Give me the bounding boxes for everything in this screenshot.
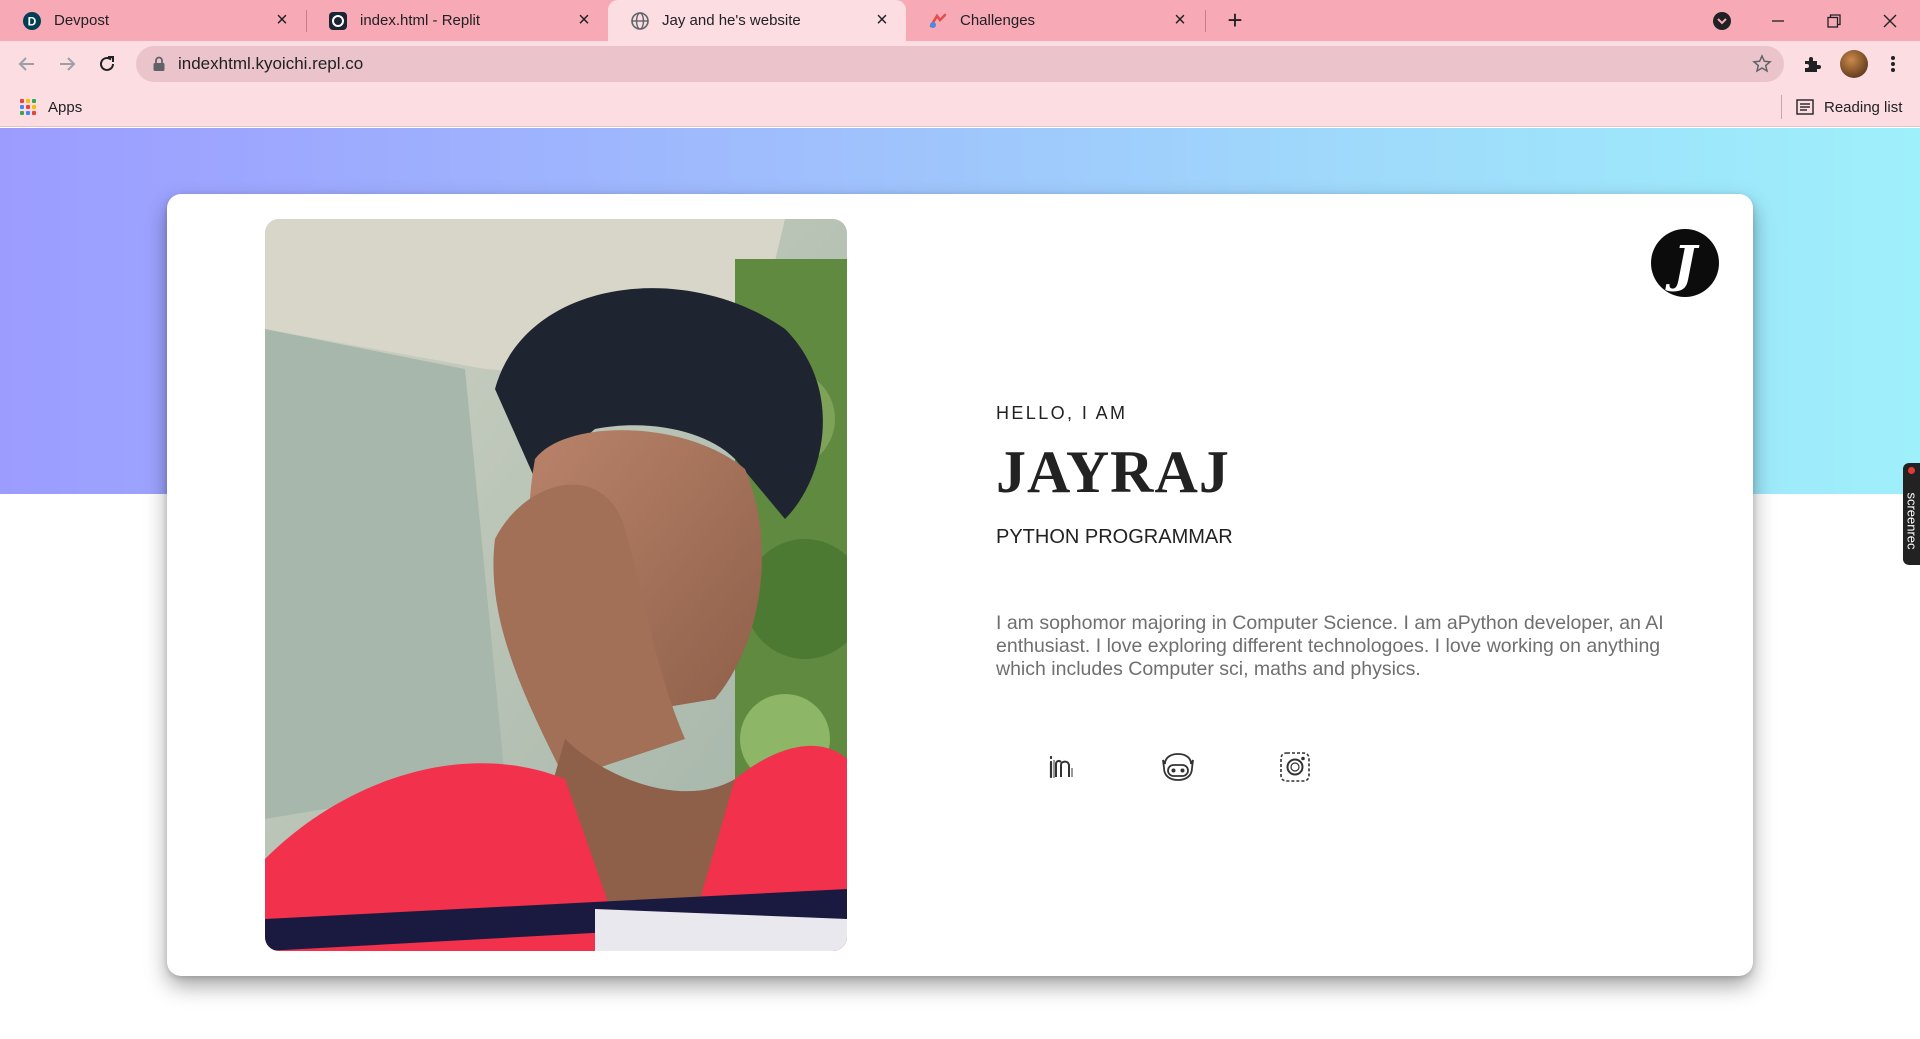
tab-devpost[interactable]: D Devpost × bbox=[0, 0, 306, 41]
greeting-text: HELLO, I AM bbox=[996, 403, 1128, 423]
arrow-left-icon bbox=[18, 57, 34, 71]
close-icon[interactable]: × bbox=[872, 9, 892, 31]
globe-icon bbox=[631, 11, 649, 30]
window-close-button[interactable] bbox=[1862, 0, 1918, 41]
devpost-icon: D bbox=[23, 11, 41, 30]
close-icon[interactable]: × bbox=[1170, 9, 1190, 31]
star-icon bbox=[1752, 54, 1772, 73]
more-vert-icon bbox=[1891, 56, 1895, 72]
new-tab-button[interactable]: + bbox=[1220, 6, 1250, 36]
tab-replit[interactable]: index.html - Replit × bbox=[306, 0, 608, 41]
page-title: JAYRAJ bbox=[996, 439, 1230, 505]
lock-icon bbox=[153, 56, 165, 71]
reload-icon bbox=[100, 56, 114, 71]
minimize-button[interactable] bbox=[1750, 0, 1806, 41]
linkedin-link[interactable] bbox=[1044, 749, 1080, 785]
extensions-button[interactable] bbox=[1799, 51, 1825, 77]
reading-list-label: Reading list bbox=[1824, 98, 1903, 116]
github-link[interactable] bbox=[1160, 749, 1196, 785]
profile-avatar[interactable] bbox=[1840, 50, 1868, 78]
apps-grid-icon bbox=[20, 99, 36, 115]
profile-card: J HELLO, I AM JAYRAJ PYTHON PROGRAMMAR I… bbox=[167, 194, 1753, 976]
restore-button[interactable] bbox=[1806, 0, 1862, 41]
instagram-link[interactable] bbox=[1277, 749, 1313, 785]
github-icon bbox=[1162, 753, 1194, 781]
tab-divider bbox=[1205, 10, 1206, 32]
role-subtitle: PYTHON PROGRAMMAR bbox=[996, 526, 1233, 548]
browser-menu-button[interactable] bbox=[1880, 51, 1906, 77]
close-icon[interactable]: × bbox=[574, 9, 594, 31]
tab-strip: D Devpost × index.html - Replit × Jay an… bbox=[0, 0, 1920, 41]
tab-challenges[interactable]: Challenges × bbox=[906, 0, 1204, 41]
arrow-right-icon bbox=[60, 57, 76, 71]
bookmarks-bar: Apps Reading list bbox=[0, 87, 1920, 127]
svg-text:D: D bbox=[28, 14, 37, 28]
replit-icon bbox=[329, 11, 347, 30]
challenges-icon bbox=[929, 13, 947, 28]
page-viewport: J HELLO, I AM JAYRAJ PYTHON PROGRAMMAR I… bbox=[0, 128, 1920, 1039]
forward-button[interactable] bbox=[52, 49, 82, 79]
browser-toolbar: indexhtml.kyoichi.repl.co bbox=[0, 41, 1920, 87]
bio-paragraph: I am sophomor majoring in Computer Scien… bbox=[996, 612, 1664, 680]
site-logo[interactable]: J bbox=[1651, 229, 1719, 297]
reading-list-icon bbox=[1796, 99, 1814, 115]
restore-icon bbox=[1827, 13, 1841, 28]
minimize-icon bbox=[1772, 19, 1784, 22]
reload-button[interactable] bbox=[92, 49, 122, 79]
close-icon[interactable]: × bbox=[272, 9, 292, 31]
tab-title: Jay and he's website bbox=[662, 12, 801, 29]
bookmarks-divider bbox=[1781, 95, 1782, 119]
close-icon bbox=[1883, 14, 1897, 27]
screenrec-label: screenrec bbox=[1904, 492, 1919, 550]
profile-photo bbox=[265, 219, 847, 951]
tab-title: Devpost bbox=[54, 12, 110, 29]
reading-list-button[interactable]: Reading list bbox=[1796, 87, 1902, 127]
chevron-down-icon bbox=[1713, 11, 1731, 30]
social-links bbox=[996, 749, 1396, 789]
apps-label: Apps bbox=[48, 98, 83, 116]
tab-jay-website[interactable]: Jay and he's website × bbox=[608, 0, 906, 41]
screenrec-overlay[interactable]: screenrec bbox=[1903, 463, 1920, 565]
url-text: indexhtml.kyoichi.repl.co bbox=[178, 54, 364, 73]
tab-title: index.html - Replit bbox=[360, 12, 481, 29]
tab-search-button[interactable] bbox=[1694, 0, 1750, 41]
linkedin-icon bbox=[1049, 755, 1073, 779]
puzzle-icon bbox=[1805, 57, 1821, 72]
address-bar[interactable]: indexhtml.kyoichi.repl.co bbox=[136, 46, 1784, 82]
tab-title: Challenges bbox=[960, 12, 1036, 29]
instagram-icon bbox=[1280, 752, 1310, 782]
profile-photo-image bbox=[265, 219, 847, 951]
record-indicator-icon bbox=[1908, 467, 1915, 474]
apps-bookmark[interactable]: Apps bbox=[20, 87, 82, 127]
back-button[interactable] bbox=[12, 49, 42, 79]
bookmark-star-button[interactable] bbox=[1749, 51, 1775, 77]
